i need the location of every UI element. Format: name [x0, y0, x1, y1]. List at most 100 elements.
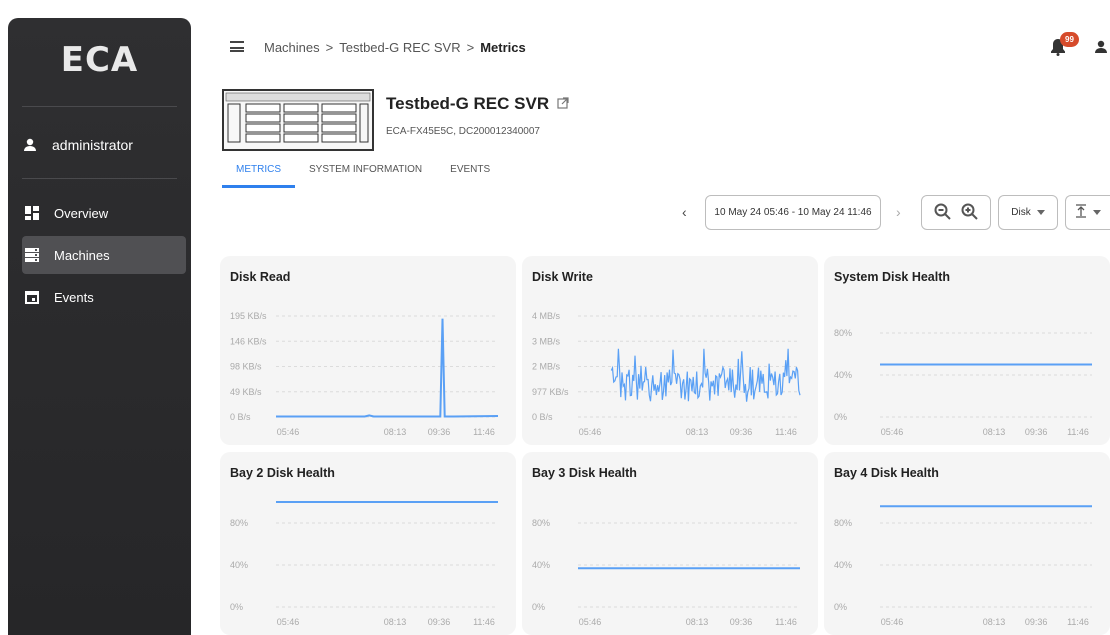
y-tick-label: 40% — [834, 560, 852, 570]
server-icon — [24, 247, 40, 263]
series-line — [610, 348, 801, 402]
sidebar-item-label: Overview — [54, 205, 109, 221]
sidebar: ECA administrator Overview Machines Even… — [8, 18, 191, 635]
zoom-group — [921, 195, 991, 230]
next-range-button[interactable]: › — [896, 204, 901, 220]
series-line — [276, 318, 499, 418]
line-chart: 0 B/s 49 KB/s 98 KB/s 146 KB/s 195 KB/s 05:46… — [230, 311, 499, 437]
line-chart: 0% 40% 80% 05:46 08:13 09:36 11:46 — [834, 328, 1092, 437]
sidebar-item-overview[interactable]: Overview — [22, 194, 186, 232]
caret-down-icon — [1093, 207, 1101, 218]
x-tick-label: 05:46 — [579, 427, 602, 437]
y-tick-label: 0 B/s — [532, 412, 553, 422]
sidebar-item-label: Events — [54, 289, 94, 305]
x-tick-label: 11:46 — [775, 427, 797, 437]
x-tick-label: 08:13 — [384, 427, 407, 437]
tab-events[interactable]: EVENTS — [436, 160, 504, 188]
external-link-icon[interactable] — [557, 94, 569, 114]
notification-badge: 99 — [1060, 32, 1079, 47]
y-tick-label: 80% — [834, 518, 852, 528]
calendar-icon — [24, 289, 40, 305]
category-select[interactable]: Disk — [998, 195, 1058, 230]
x-tick-label: 09:36 — [730, 427, 753, 437]
breadcrumb-separator: > — [325, 40, 334, 55]
y-tick-label: 40% — [532, 560, 550, 570]
breadcrumb-current: Metrics — [480, 40, 526, 55]
y-tick-label: 80% — [230, 518, 248, 528]
x-tick-label: 11:46 — [1067, 427, 1089, 437]
caret-down-icon — [1036, 207, 1045, 218]
dashboard-icon — [24, 205, 40, 221]
breadcrumb-separator: > — [466, 40, 475, 55]
x-tick-label: 08:13 — [686, 427, 709, 437]
x-tick-label: 08:13 — [983, 617, 1006, 627]
y-tick-label: 98 KB/s — [230, 362, 262, 372]
x-tick-label: 11:46 — [775, 617, 797, 627]
y-tick-label: 49 KB/s — [230, 387, 262, 397]
x-tick-label: 05:46 — [579, 617, 602, 627]
tab-bar: METRICS SYSTEM INFORMATION EVENTS — [222, 160, 504, 188]
chart-card: Disk Write 0 B/s 977 KB/s 2 MB/s 3 MB/s 4 MB/… — [522, 256, 818, 445]
y-tick-label: 40% — [230, 560, 248, 570]
x-tick-label: 09:36 — [428, 427, 451, 437]
x-tick-label: 09:36 — [730, 617, 753, 627]
sidebar-divider — [22, 106, 177, 107]
breadcrumb: Machines > Testbed-G REC SVR > Metrics — [264, 40, 526, 55]
line-chart: 0% 40% 80% 05:46 08:13 09:36 11:46 — [230, 501, 498, 627]
machine-subtitle: ECA-FX45E5C, DC200012340007 — [386, 126, 540, 137]
y-tick-label: 3 MB/s — [532, 336, 561, 346]
breadcrumb-machine[interactable]: Testbed-G REC SVR — [339, 40, 460, 55]
sidebar-item-machines[interactable]: Machines — [22, 236, 186, 274]
download-icon — [1075, 204, 1087, 221]
y-tick-label: 0% — [230, 602, 243, 612]
y-tick-label: 0% — [532, 602, 545, 612]
y-tick-label: 80% — [834, 328, 852, 338]
machine-title: Testbed-G REC SVR — [386, 94, 569, 114]
x-tick-label: 05:46 — [881, 427, 904, 437]
sidebar-divider — [22, 178, 177, 179]
eca-logo: ECA — [60, 40, 139, 80]
category-value: Disk — [1011, 207, 1031, 218]
x-tick-label: 08:13 — [384, 617, 407, 627]
y-tick-label: 4 MB/s — [532, 311, 561, 321]
menu-icon[interactable] — [230, 41, 244, 52]
prev-range-button[interactable]: ‹ — [682, 204, 687, 220]
x-tick-label: 09:36 — [1025, 427, 1048, 437]
y-tick-label: 146 KB/s — [230, 336, 267, 346]
y-tick-label: 0 B/s — [230, 412, 251, 422]
y-tick-label: 195 KB/s — [230, 311, 267, 321]
tab-system-information[interactable]: SYSTEM INFORMATION — [295, 160, 436, 188]
user-icon — [22, 137, 38, 153]
x-tick-label: 08:13 — [686, 617, 709, 627]
tab-metrics[interactable]: METRICS — [222, 160, 295, 188]
x-tick-label: 11:46 — [1067, 617, 1089, 627]
sidebar-item-label: Machines — [54, 247, 110, 263]
x-tick-label: 11:46 — [473, 617, 495, 627]
user-profile[interactable]: administrator — [22, 132, 133, 158]
y-tick-label: 0% — [834, 602, 847, 612]
y-tick-label: 2 MB/s — [532, 362, 561, 372]
x-tick-label: 09:36 — [1025, 617, 1048, 627]
date-range-button[interactable]: 10 May 24 05:46 - 10 May 24 11:46 — [705, 195, 881, 230]
zoom-out-icon[interactable] — [934, 203, 951, 223]
y-tick-label: 977 KB/s — [532, 387, 569, 397]
line-chart: 0 B/s 977 KB/s 2 MB/s 3 MB/s 4 MB/s 05:46 08:1… — [532, 311, 801, 437]
x-tick-label: 05:46 — [277, 427, 300, 437]
account-icon[interactable] — [1094, 40, 1108, 59]
y-tick-label: 80% — [532, 518, 550, 528]
chart-card: Bay 2 Disk Health 0% 40% 80% 05:46 08:13 09:36… — [220, 452, 516, 635]
chart-card: System Disk Health 0% 40% 80% 05:46 08:13 09:3… — [824, 256, 1110, 445]
sidebar-item-events[interactable]: Events — [22, 278, 186, 316]
machine-name: Testbed-G REC SVR — [386, 94, 550, 113]
x-tick-label: 11:46 — [473, 427, 495, 437]
line-chart: 0% 40% 80% 05:46 08:13 09:36 11:46 — [834, 505, 1092, 627]
x-tick-label: 09:36 — [428, 617, 451, 627]
machine-image — [222, 89, 374, 151]
chart-card: Disk Read 0 B/s 49 KB/s 98 KB/s 146 KB/s 195 … — [220, 256, 516, 445]
zoom-in-icon[interactable] — [961, 203, 978, 223]
breadcrumb-machines[interactable]: Machines — [264, 40, 320, 55]
username-label: administrator — [52, 137, 133, 153]
chart-card: Bay 4 Disk Health 0% 40% 80% 05:46 08:13 09:36… — [824, 452, 1110, 635]
x-tick-label: 05:46 — [277, 617, 300, 627]
export-button[interactable] — [1065, 195, 1110, 230]
